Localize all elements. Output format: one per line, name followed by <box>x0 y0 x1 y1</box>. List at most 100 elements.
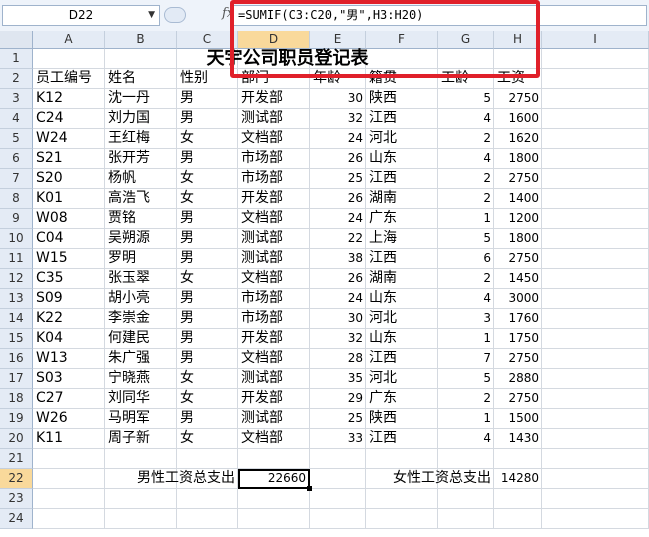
data-cell[interactable]: 32 <box>310 329 366 349</box>
formula-input[interactable]: =SUMIF(C3:C20,"男",H3:H20) <box>232 5 647 26</box>
cell-e21[interactable] <box>310 449 366 469</box>
data-cell[interactable]: 市场部 <box>238 289 310 309</box>
data-cell[interactable]: 江西 <box>366 349 438 369</box>
data-cell[interactable]: K12 <box>33 89 105 109</box>
cell-a24[interactable] <box>33 509 105 529</box>
data-cell[interactable]: 河北 <box>366 129 438 149</box>
data-cell[interactable]: C04 <box>33 229 105 249</box>
select-all-corner[interactable] <box>0 31 33 49</box>
data-cell[interactable]: 测试部 <box>238 409 310 429</box>
data-cell[interactable]: 开发部 <box>238 89 310 109</box>
data-cell[interactable]: 高浩飞 <box>105 189 177 209</box>
cell-f23[interactable] <box>366 489 438 509</box>
data-cell[interactable]: 2 <box>438 189 494 209</box>
data-cell[interactable]: 江西 <box>366 169 438 189</box>
data-cell[interactable]: 吴朔源 <box>105 229 177 249</box>
cell-f21[interactable] <box>366 449 438 469</box>
data-cell[interactable]: 宁晓燕 <box>105 369 177 389</box>
data-cell[interactable]: W26 <box>33 409 105 429</box>
fill-handle[interactable] <box>307 486 312 491</box>
data-cell[interactable]: 刘同华 <box>105 389 177 409</box>
data-cell[interactable]: 2750 <box>494 349 542 369</box>
cell-c23[interactable] <box>177 489 238 509</box>
column-header-h[interactable]: H <box>494 31 542 49</box>
data-cell[interactable]: 女 <box>177 389 238 409</box>
data-cell[interactable]: 市场部 <box>238 149 310 169</box>
data-cell[interactable]: K04 <box>33 329 105 349</box>
data-cell[interactable]: 26 <box>310 189 366 209</box>
data-cell[interactable]: S20 <box>33 169 105 189</box>
data-cell[interactable]: 杨帆 <box>105 169 177 189</box>
data-cell[interactable]: 女 <box>177 189 238 209</box>
data-cell[interactable]: 刘力国 <box>105 109 177 129</box>
data-cell[interactable]: 陕西 <box>366 89 438 109</box>
data-cell[interactable]: 26 <box>310 149 366 169</box>
data-cell[interactable]: 贾铭 <box>105 209 177 229</box>
data-cell[interactable]: 开发部 <box>238 329 310 349</box>
data-cell[interactable]: 2 <box>438 169 494 189</box>
cell-f24[interactable] <box>366 509 438 529</box>
data-cell[interactable]: 何建民 <box>105 329 177 349</box>
data-cell[interactable]: 5 <box>438 369 494 389</box>
data-cell[interactable]: 湖南 <box>366 269 438 289</box>
data-cell[interactable]: 35 <box>310 369 366 389</box>
data-cell[interactable]: 王红梅 <box>105 129 177 149</box>
data-cell[interactable]: W08 <box>33 209 105 229</box>
cell-i21[interactable] <box>542 449 649 469</box>
data-cell[interactable]: 文档部 <box>238 209 310 229</box>
cell-i3[interactable] <box>542 89 649 109</box>
cell-i17[interactable] <box>542 369 649 389</box>
data-cell[interactable]: 22 <box>310 229 366 249</box>
data-cell[interactable]: 男 <box>177 349 238 369</box>
data-cell[interactable]: 男 <box>177 229 238 249</box>
data-cell[interactable]: 2750 <box>494 389 542 409</box>
data-cell[interactable]: 山东 <box>366 289 438 309</box>
row-header-20[interactable]: 20 <box>0 429 33 449</box>
column-header-f[interactable]: F <box>366 31 438 49</box>
data-cell[interactable]: 25 <box>310 409 366 429</box>
cell-i5[interactable] <box>542 129 649 149</box>
data-cell[interactable]: 女 <box>177 129 238 149</box>
data-cell[interactable]: 河北 <box>366 309 438 329</box>
cell-b24[interactable] <box>105 509 177 529</box>
cell-c21[interactable] <box>177 449 238 469</box>
row-header-10[interactable]: 10 <box>0 229 33 249</box>
data-cell[interactable]: 26 <box>310 269 366 289</box>
data-cell[interactable]: C24 <box>33 109 105 129</box>
cell-i22[interactable] <box>542 469 649 489</box>
row-header-8[interactable]: 8 <box>0 189 33 209</box>
cell-a22[interactable] <box>33 469 105 489</box>
cell-i8[interactable] <box>542 189 649 209</box>
row-header-15[interactable]: 15 <box>0 329 33 349</box>
row-header-18[interactable]: 18 <box>0 389 33 409</box>
data-cell[interactable]: 2750 <box>494 89 542 109</box>
cell-i9[interactable] <box>542 209 649 229</box>
sheet-title[interactable]: 天宇公司职员登记表 <box>33 49 542 69</box>
cell-g24[interactable] <box>438 509 494 529</box>
data-cell[interactable]: 男 <box>177 89 238 109</box>
data-cell[interactable]: 文档部 <box>238 429 310 449</box>
row-header-16[interactable]: 16 <box>0 349 33 369</box>
data-cell[interactable]: 1760 <box>494 309 542 329</box>
data-cell[interactable]: 28 <box>310 349 366 369</box>
cell-g21[interactable] <box>438 449 494 469</box>
data-cell[interactable]: 马明军 <box>105 409 177 429</box>
header-cell[interactable]: 年龄 <box>310 69 366 89</box>
data-cell[interactable]: 江西 <box>366 109 438 129</box>
data-cell[interactable]: 上海 <box>366 229 438 249</box>
header-cell[interactable]: 部门 <box>238 69 310 89</box>
cell-a23[interactable] <box>33 489 105 509</box>
cell-i10[interactable] <box>542 229 649 249</box>
column-header-e[interactable]: E <box>310 31 366 49</box>
cell-i11[interactable] <box>542 249 649 269</box>
column-header-c[interactable]: C <box>177 31 238 49</box>
female-salary-label[interactable]: 女性工资总支出 <box>366 469 494 489</box>
header-cell[interactable]: 姓名 <box>105 69 177 89</box>
data-cell[interactable]: 文档部 <box>238 129 310 149</box>
data-cell[interactable]: 测试部 <box>238 229 310 249</box>
cell-h23[interactable] <box>494 489 542 509</box>
formula-scroll-button[interactable] <box>164 7 186 23</box>
data-cell[interactable]: 4 <box>438 109 494 129</box>
cell-h21[interactable] <box>494 449 542 469</box>
cell-i15[interactable] <box>542 329 649 349</box>
